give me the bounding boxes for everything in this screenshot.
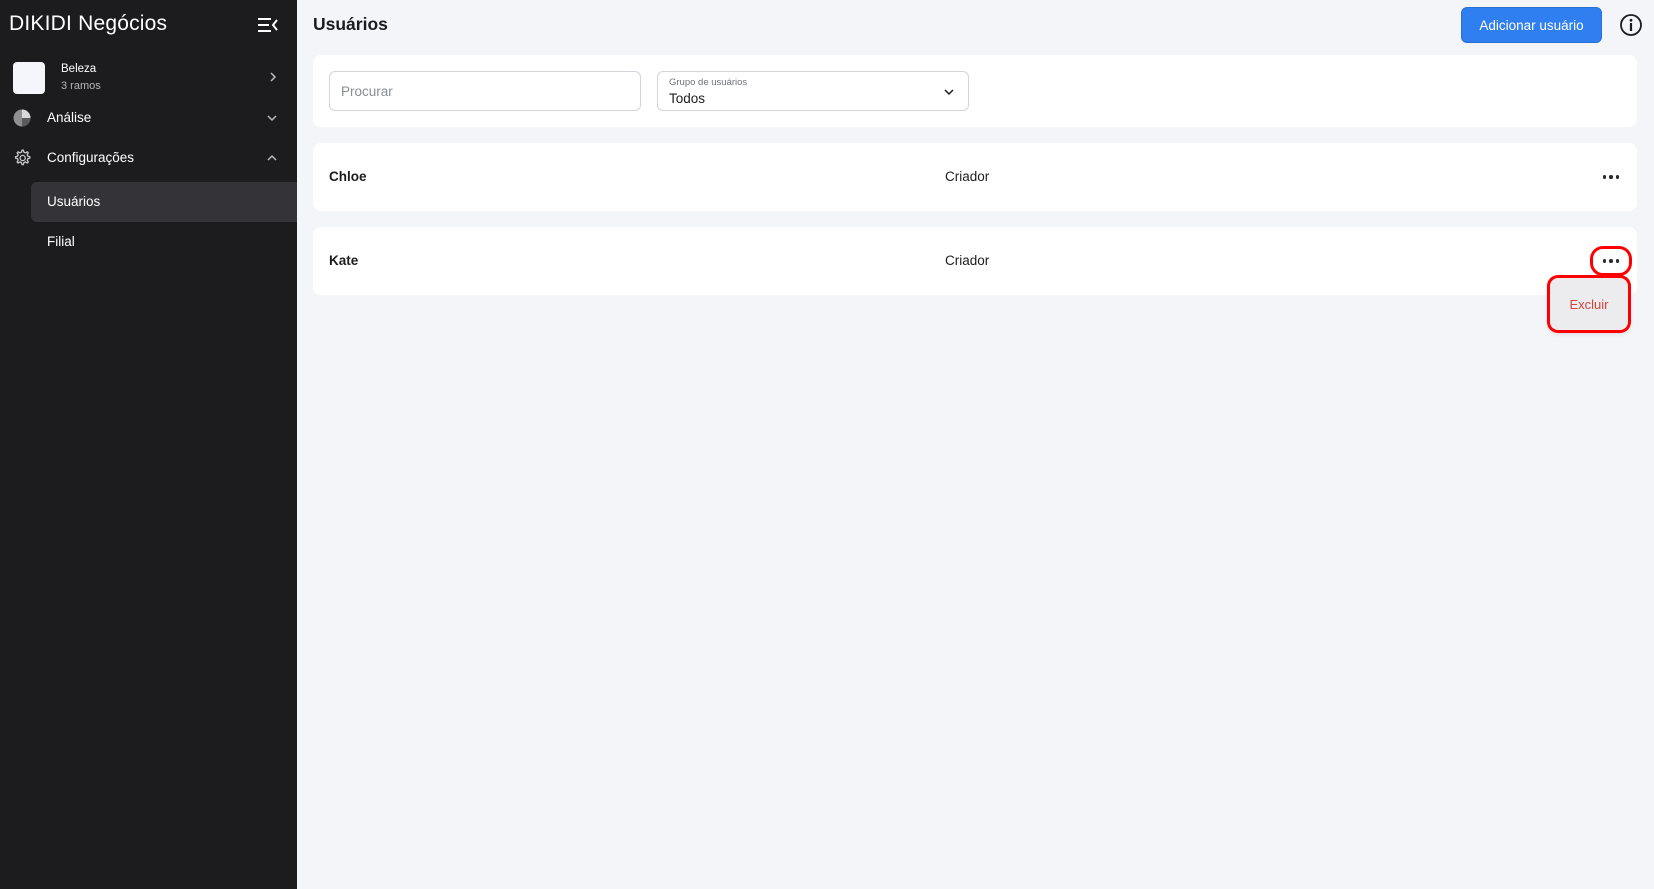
collapse-sidebar-icon[interactable]: [256, 14, 280, 36]
user-role: Criador: [945, 169, 990, 184]
user-group-value: Todos: [669, 91, 706, 106]
search-input[interactable]: [329, 71, 641, 111]
user-group-select[interactable]: Grupo de usuários Todos: [657, 71, 969, 111]
more-options-icon[interactable]: [1593, 165, 1629, 189]
workspace-selector[interactable]: Beleza 3 ramos: [0, 58, 297, 100]
workspace-avatar: [13, 62, 45, 94]
sidebar-item-branch[interactable]: Filial: [31, 222, 297, 262]
user-group-label: Grupo de usuários: [669, 77, 748, 88]
delete-user-button[interactable]: Excluir: [1550, 278, 1628, 330]
user-role: Criador: [945, 253, 990, 268]
table-row[interactable]: Kate Criador: [313, 227, 1637, 295]
chevron-down-icon: [265, 111, 279, 125]
sidebar-item-label: Usuários: [47, 194, 101, 209]
chevron-down-icon: [942, 85, 956, 99]
sidebar-item-users[interactable]: Usuários: [31, 182, 297, 222]
filter-panel: Grupo de usuários Todos: [313, 55, 1637, 127]
gear-icon: [12, 148, 32, 168]
sidebar-item-label: Filial: [47, 234, 75, 249]
user-name: Kate: [329, 253, 359, 268]
main-content: Usuários Adicionar usuário Grupo de usuá…: [297, 0, 1654, 889]
table-row[interactable]: Chloe Criador: [313, 143, 1637, 211]
sidebar-header: DIKIDI Negócios: [0, 0, 297, 48]
sidebar-item-label: Configurações: [47, 150, 135, 165]
sidebar-item-analysis[interactable]: Análise: [0, 98, 297, 138]
more-options-icon[interactable]: [1590, 246, 1632, 276]
info-icon[interactable]: [1619, 13, 1643, 37]
row-actions-menu: Excluir: [1550, 278, 1628, 330]
sidebar-item-settings[interactable]: Configurações: [0, 138, 297, 178]
user-name: Chloe: [329, 169, 367, 184]
add-user-button[interactable]: Adicionar usuário: [1461, 7, 1602, 43]
chevron-up-icon: [265, 151, 279, 165]
workspace-subtitle: 3 ramos: [61, 80, 101, 92]
app-root: DIKIDI Negócios Beleza 3 ramos Análise C…: [0, 0, 1654, 889]
sidebar: DIKIDI Negócios Beleza 3 ramos Análise C…: [0, 0, 297, 889]
workspace-name: Beleza: [61, 63, 97, 75]
app-title: DIKIDI Negócios: [9, 12, 168, 35]
chevron-right-icon: [266, 70, 280, 84]
page-title: Usuários: [313, 14, 388, 34]
pie-chart-icon: [12, 108, 32, 128]
sidebar-item-label: Análise: [47, 110, 92, 125]
